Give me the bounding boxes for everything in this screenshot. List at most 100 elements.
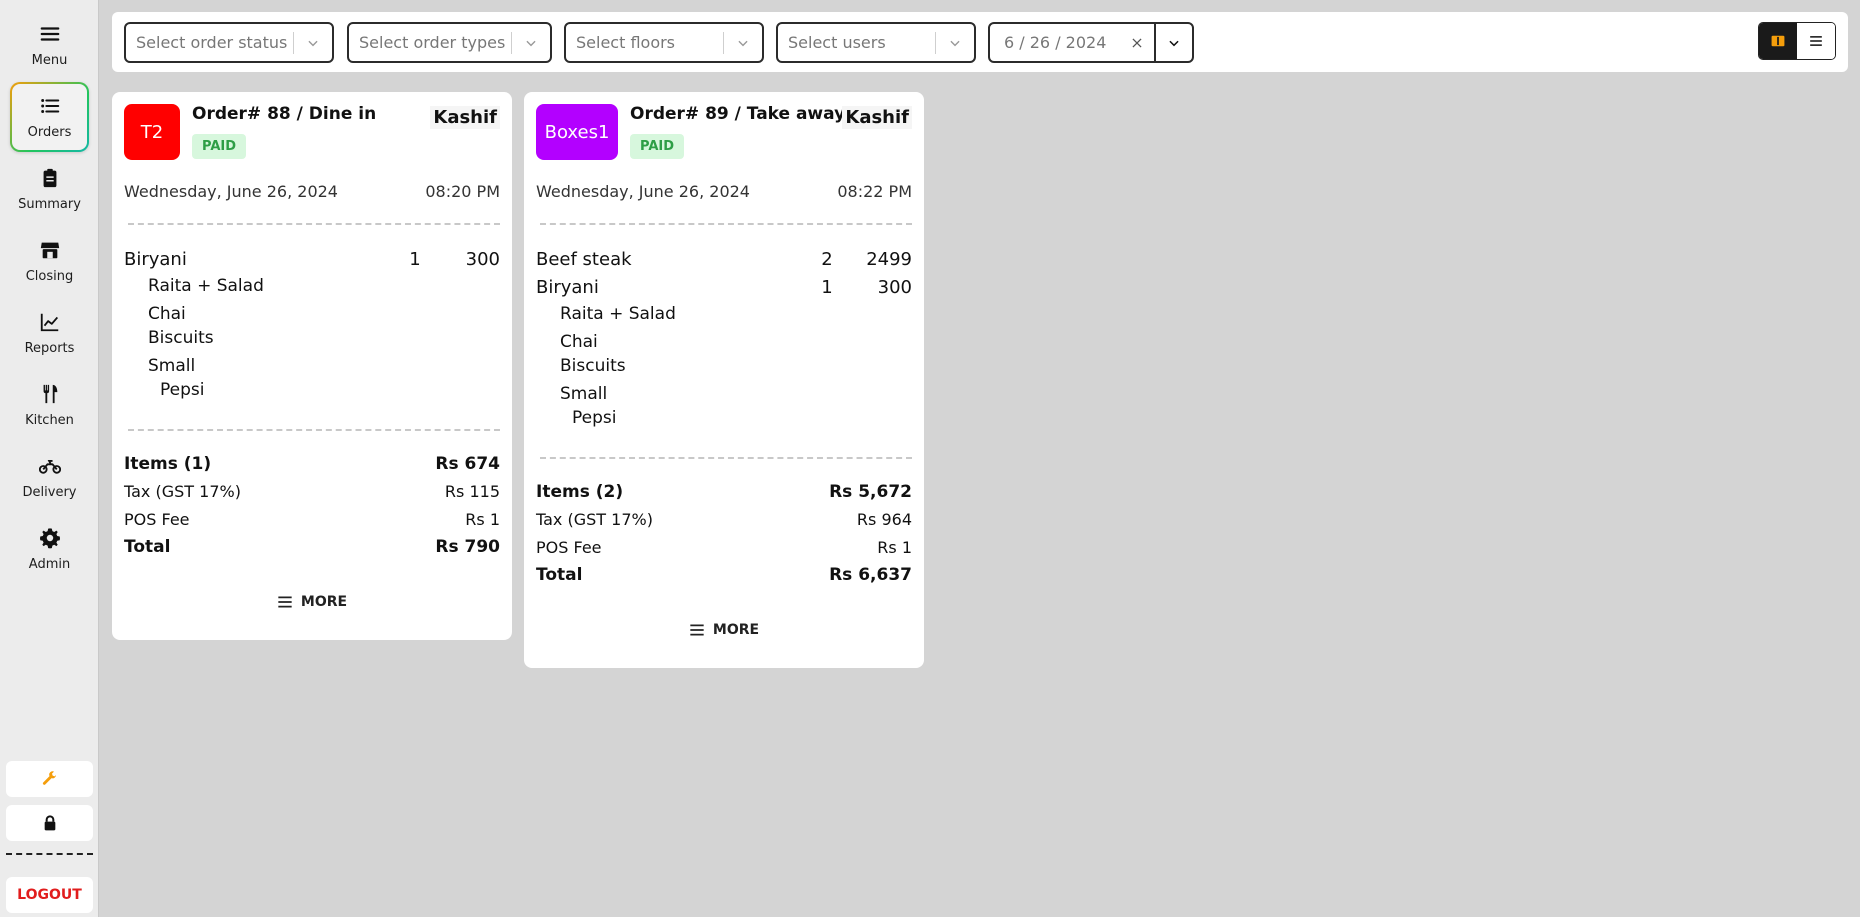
sidebar-item-label: Kitchen [25,412,74,428]
logout-button[interactable]: LOGOUT [6,877,93,913]
more-button[interactable]: MORE [524,622,924,638]
sub-item: Small [560,384,608,404]
order-status-select[interactable]: Select order status [124,22,334,63]
item-price: 300 [465,249,500,270]
sub-item: Chai [148,304,186,324]
item-price: 300 [877,277,912,298]
dashed-divider [128,429,500,431]
summary-label: POS Fee [536,538,602,557]
sidebar-item-delivery[interactable]: Delivery [10,442,89,512]
order-types-select[interactable]: Select order types [347,22,552,63]
list-item: Biryani 1 300 [124,249,500,273]
list-item: Biryani 1 300 [536,277,912,301]
motorcycle-icon [38,459,61,474]
summary-label: POS Fee [124,510,190,529]
sidebar-item-menu[interactable]: Menu [10,10,89,80]
summary-value: Rs 1 [877,538,912,557]
list-icon [1810,36,1822,46]
order-title: Order# 88 / Dine in [192,104,377,124]
close-icon[interactable] [1120,36,1154,50]
more-label: MORE [300,594,348,610]
order-time: 08:20 PM [425,182,500,201]
chevron-down-icon[interactable] [512,36,550,50]
order-date: Wednesday, June 26, 2024 [536,182,750,201]
order-status-placeholder: Select order status [136,33,288,52]
chevron-down-icon[interactable] [936,36,974,50]
chart-icon [40,313,58,331]
sidebar-item-summary[interactable]: Summary [10,154,89,224]
server-name: Kashif [430,106,500,129]
item-name: Biryani [124,249,187,270]
utensils-icon [43,384,57,403]
order-time: 08:22 PM [837,182,912,201]
date-value[interactable]: 6 / 26 / 2024 [990,33,1120,52]
status-badge: PAID [192,134,247,159]
floors-placeholder: Select floors [576,33,676,52]
list-icon [40,98,59,113]
summary-value: Rs 5,672 [829,482,912,502]
item-qty: 1 [409,249,421,270]
lock-icon [44,815,55,831]
list-item: Beef steak 2 2499 [536,249,912,273]
sidebar-item-label: Delivery [22,484,77,500]
sidebar-item-label: Closing [25,268,74,284]
clipboard-icon [43,168,56,187]
sidebar-item-label: Summary [18,196,81,212]
more-button[interactable]: MORE [112,594,512,610]
summary-label: Items (1) [124,454,212,474]
server-name: Kashif [842,106,912,129]
gear-icon [39,527,60,548]
order-card[interactable]: Boxes1 Order# 89 / Take away PAID Kashif… [524,92,924,668]
sidebar-item-orders[interactable]: Orders [10,82,89,152]
chevron-down-icon[interactable] [724,36,762,50]
summary-label: Tax (GST 17%) [124,482,241,501]
order-types-placeholder: Select order types [359,33,506,52]
order-card[interactable]: T2 Order# 88 / Dine in PAID Kashif Wedne… [112,92,512,640]
sub-item: Raita + Salad [148,276,264,296]
order-date: Wednesday, June 26, 2024 [124,182,338,201]
columns-icon [1771,35,1785,47]
grid-view-button[interactable] [1759,23,1797,59]
sidebar: Menu Orders Summary Closing Reports Kitc… [0,0,99,917]
summary-label: Total [536,565,583,585]
sidebar-item-admin[interactable]: Admin [10,514,89,584]
sub-item: Biscuits [148,328,214,348]
users-select[interactable]: Select users [776,22,976,63]
summary-label: Total [124,537,171,557]
item-qty: 1 [821,277,833,298]
floors-select[interactable]: Select floors [564,22,764,63]
more-label: MORE [712,622,760,638]
list-icon [690,624,704,636]
sidebar-item-reports[interactable]: Reports [10,298,89,368]
item-name: Beef steak [536,249,632,270]
table-badge: Boxes1 [536,104,618,160]
summary-value: Rs 790 [435,537,500,557]
chevron-down-icon[interactable] [1154,24,1192,61]
view-toggle [1758,22,1836,60]
summary-value: Rs 6,637 [829,565,912,585]
item-price: 2499 [866,249,912,270]
sidebar-item-label: Reports [24,340,75,356]
list-icon [278,596,292,608]
summary-value: Rs 1 [465,510,500,529]
lock-button[interactable] [6,805,93,841]
summary-value: Rs 115 [444,482,500,501]
store-icon [40,242,59,258]
sidebar-item-label: Orders [27,124,72,140]
chevron-down-icon[interactable] [294,36,332,50]
tools-button[interactable] [6,761,93,797]
sub-item: Biscuits [560,356,626,376]
list-view-button[interactable] [1797,23,1835,59]
sidebar-item-kitchen[interactable]: Kitchen [10,370,89,440]
dashed-divider [128,223,500,225]
dashed-divider [540,457,912,459]
summary-value: Rs 964 [856,510,912,529]
sidebar-item-closing[interactable]: Closing [10,226,89,296]
wrench-icon [42,771,56,785]
sub-item: Pepsi [160,380,205,400]
summary-value: Rs 674 [435,454,500,474]
sidebar-divider [6,853,93,855]
summary-label: Items (2) [536,482,624,502]
users-placeholder: Select users [788,33,886,52]
date-picker[interactable]: 6 / 26 / 2024 [988,22,1194,63]
